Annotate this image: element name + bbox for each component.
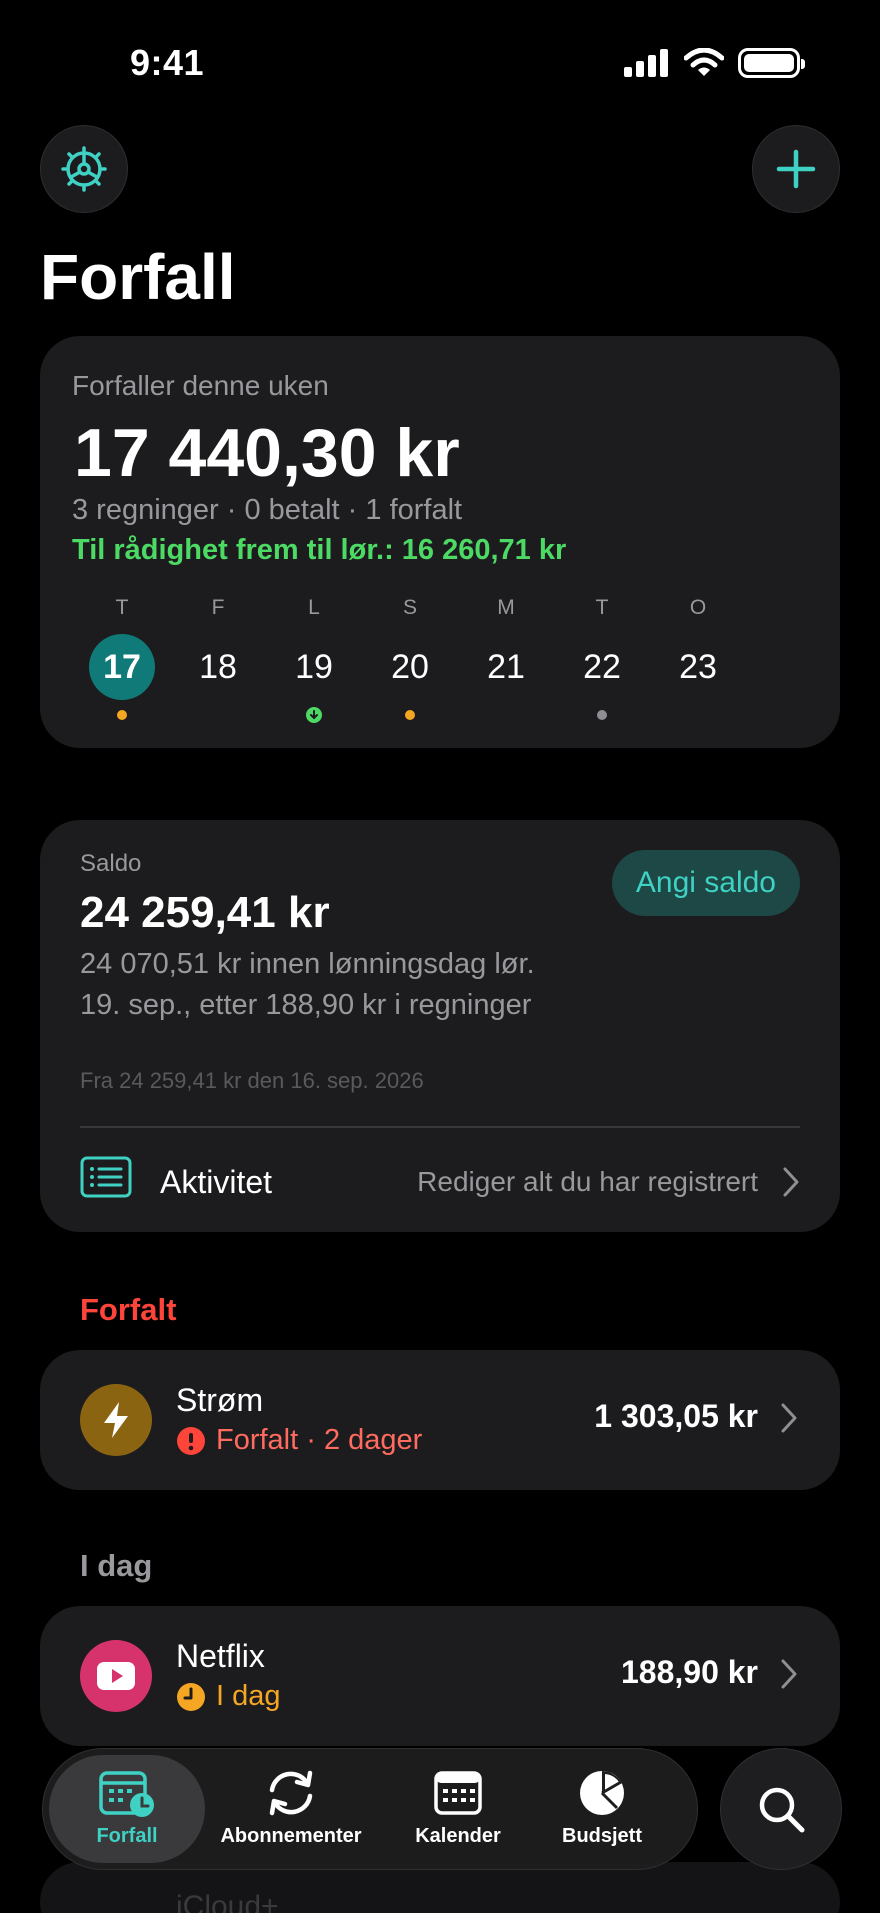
plus-icon [776, 149, 816, 189]
day-number: 23 [679, 648, 717, 686]
payday-arrow-icon [306, 707, 322, 723]
day-letter: L [308, 596, 320, 619]
bill-name: Strøm [176, 1382, 264, 1418]
available-until-payday: Til rådighet frem til lør.: 16 260,71 kr [72, 534, 567, 566]
divider [80, 1126, 800, 1128]
balance-label: Saldo [80, 850, 142, 877]
search-icon [759, 1787, 805, 1833]
chevron-right-icon [783, 1167, 799, 1197]
bill-row-strom[interactable]: Strøm Forfalt · 2 dager 1 303,05 kr [40, 1350, 840, 1490]
day-21[interactable]: M 21 [466, 596, 546, 700]
day-letter: F [211, 596, 225, 619]
week-amount: 17 440,30 kr [74, 415, 460, 491]
day-letter: O [689, 596, 707, 619]
day-number: 17 [89, 634, 155, 700]
day-18[interactable]: F 18 [178, 596, 258, 700]
day-letter: T [595, 596, 609, 619]
section-overdue: Forfalt [80, 1292, 177, 1327]
tab-label: Kalender [415, 1825, 501, 1847]
tab-forfall[interactable]: Forfall [49, 1755, 205, 1863]
tab-kalender[interactable]: Kalender [393, 1755, 523, 1863]
day-17[interactable]: T 17 [82, 596, 162, 720]
day-number: 18 [199, 648, 237, 686]
lightning-icon [80, 1384, 152, 1456]
bill-amount: 1 303,05 kr [594, 1398, 758, 1434]
due-dot-icon [117, 710, 127, 720]
bill-name: Netflix [176, 1638, 265, 1674]
day-number: 20 [391, 648, 429, 686]
day-letter: S [402, 596, 417, 619]
status-time: 9:41 [130, 42, 205, 83]
day-19[interactable]: L 19 [274, 596, 354, 723]
tab-label: Forfall [96, 1825, 158, 1847]
balance-from: Fra 24 259,41 kr den 16. sep. 2026 [80, 1068, 424, 1093]
balance-description: 24 070,51 kr innen lønningsdag lør. 19. … [80, 948, 535, 1021]
refresh-icon [269, 1770, 313, 1816]
set-balance-button[interactable]: Angi saldo [611, 850, 800, 916]
tab-label: Budsjett [562, 1825, 642, 1847]
tab-budsjett[interactable]: Budsjett [537, 1755, 667, 1863]
clock-icon [177, 1682, 205, 1711]
day-number: 21 [487, 648, 525, 686]
bill-status: Forfalt · 2 dager [176, 1424, 422, 1457]
page-title: Forfall [40, 241, 236, 313]
tab-label: Abonnementer [220, 1825, 362, 1847]
wifi-icon [684, 48, 724, 76]
chevron-right-icon [781, 1659, 797, 1689]
settings-button[interactable] [40, 125, 128, 213]
day-23[interactable]: O 23 [658, 596, 738, 700]
due-dot-icon [597, 710, 607, 720]
bill-status: I dag [176, 1680, 281, 1713]
day-letter: T [115, 596, 129, 619]
day-letter: M [497, 596, 515, 619]
day-number: 22 [583, 648, 621, 686]
bill-status-text: Forfalt · 2 dager [216, 1424, 423, 1456]
bill-name: iCloud+ [176, 1890, 279, 1913]
week-summary: 3 regninger · 0 betalt · 1 forfalt [72, 494, 463, 526]
status-bar: 9:41 [0, 0, 880, 120]
week-label: Forfaller denne uken [72, 370, 329, 401]
play-icon [80, 1640, 152, 1712]
cellular-signal-icon [624, 49, 668, 77]
week-summary-card[interactable]: Forfaller denne uken 17 440,30 kr 3 regn… [40, 336, 840, 748]
day-22[interactable]: T 22 [562, 596, 642, 720]
bill-status-text: I dag [216, 1680, 281, 1712]
activity-label: Aktivitet [160, 1164, 273, 1200]
section-today: I dag [80, 1548, 153, 1583]
list-icon [80, 1156, 132, 1198]
chevron-right-icon [781, 1403, 797, 1433]
warning-icon [177, 1426, 205, 1455]
calendar-icon [434, 1771, 482, 1815]
tab-abonnementer[interactable]: Abonnementer [213, 1755, 369, 1863]
pie-chart-icon [580, 1771, 624, 1815]
calendar-clock-icon [99, 1771, 154, 1817]
tab-bar: Forfall Abonnementer Kalender Budsjett [42, 1748, 698, 1870]
add-button[interactable] [752, 125, 840, 213]
day-20[interactable]: S 20 [370, 596, 450, 720]
balance-amount: 24 259,41 kr [80, 888, 330, 937]
status-icons [624, 48, 805, 78]
day-number: 19 [295, 648, 333, 686]
battery-icon [738, 48, 805, 78]
activity-hint: Rediger alt du har registrert [417, 1166, 758, 1197]
balance-card: Saldo 24 259,41 kr 24 070,51 kr innen lø… [40, 820, 840, 1232]
activity-row[interactable]: Aktivitet Rediger alt du har registrert [80, 1150, 800, 1214]
bill-amount: 188,90 kr [620, 1654, 758, 1690]
gear-icon [61, 146, 107, 192]
bill-row-netflix[interactable]: Netflix I dag 188,90 kr [40, 1606, 840, 1746]
due-dot-icon [405, 710, 415, 720]
search-button[interactable] [720, 1748, 842, 1870]
